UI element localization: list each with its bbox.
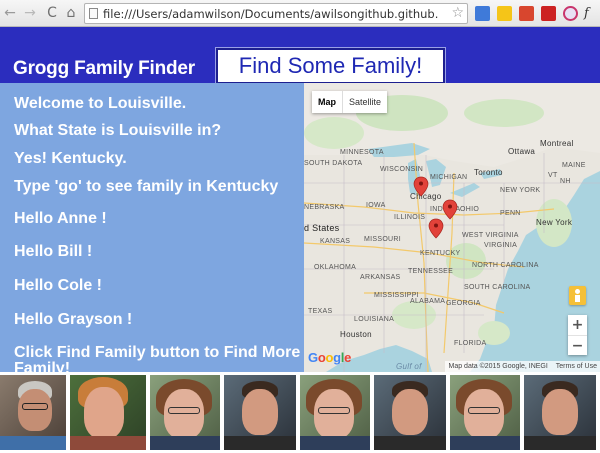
map-label: NEBRASKA (304, 204, 345, 211)
page-icon (89, 8, 98, 19)
instruction-message: Type 'go' to see family in Kentucky (14, 178, 279, 195)
bookmark-star-icon[interactable]: ☆ (451, 5, 464, 21)
messages-panel: Welcome to Louisville. What State is Lou… (0, 83, 304, 377)
url-text[interactable]: file:///Users/adamwilson/Documents/awils… (103, 7, 439, 21)
map-label: SOUTH DAKOTA (304, 160, 362, 167)
map-label: WEST VIRGINIA (462, 232, 519, 239)
family-photo[interactable] (524, 375, 596, 450)
family-photo-strip (0, 372, 600, 453)
map-type-satellite-button[interactable]: Satellite (342, 91, 387, 113)
answer-message: Yes! Kentucky. (14, 150, 127, 167)
map-label: LOUISIANA (354, 316, 394, 323)
map-attribution: Map data ©2015 Google, INEGI Terms of Us… (445, 361, 600, 372)
map-label: OKLAHOMA (314, 264, 356, 271)
map-data-credit: Map data ©2015 Google, INEGI (448, 363, 548, 370)
map-canvas[interactable]: MINNESOTA Ottawa Montreal MAINE SOUTH DA… (304, 83, 600, 372)
forward-arrow-icon[interactable]: → (22, 5, 38, 21)
map-label: Houston (340, 330, 372, 339)
map-label: FLORIDA (454, 340, 486, 347)
map-label: PENN (500, 210, 521, 217)
map-label: ALABAMA (410, 298, 445, 305)
map-label: Ottawa (508, 147, 535, 156)
hello-message: Hello Bill ! (14, 243, 93, 260)
address-bar[interactable]: file:///Users/adamwilson/Documents/awils… (84, 3, 468, 24)
extension-f-icon[interactable]: f (584, 6, 599, 21)
map-label: TENNESSEE (408, 268, 453, 275)
zoom-in-button[interactable]: + (568, 315, 587, 335)
map-label: MICHIGAN (430, 174, 467, 181)
map-label: Montreal (540, 139, 574, 148)
map-label: MINNESOTA (340, 149, 384, 156)
family-photo[interactable] (374, 375, 446, 450)
hello-message: Hello Grayson ! (14, 311, 133, 328)
terms-of-use-link[interactable]: Terms of Use (556, 363, 597, 370)
map-label: SOUTH CAROLINA (464, 284, 530, 291)
pegman-head (575, 289, 580, 294)
map-label: IOWA (366, 202, 386, 209)
find-family-button[interactable]: Find Some Family! (215, 47, 446, 85)
family-photo[interactable] (70, 375, 146, 450)
map-label: MISSOURI (364, 236, 401, 243)
map-label: VIRGINIA (484, 242, 517, 249)
welcome-message: Welcome to Louisville. (14, 95, 187, 112)
google-map[interactable]: MINNESOTA Ottawa Montreal MAINE SOUTH DA… (304, 83, 600, 372)
back-arrow-icon[interactable]: ← (2, 5, 18, 21)
extension-red-puzzle-icon[interactable] (541, 6, 556, 21)
pegman-body (575, 295, 580, 302)
map-label: VT (548, 172, 558, 179)
map-label: ILLINOIS (394, 214, 425, 221)
map-label: MAINE (562, 162, 586, 169)
map-label: KENTUCKY (420, 250, 461, 257)
map-label: OHIO (460, 206, 479, 213)
street-view-pegman-icon[interactable] (569, 286, 586, 305)
page-title: Grogg Family Finder (13, 58, 195, 79)
family-photo[interactable] (300, 375, 370, 450)
map-label: d States (304, 223, 340, 233)
extension-red-stack-icon[interactable] (519, 6, 534, 21)
zoom-control: + − (568, 315, 587, 355)
home-icon[interactable]: ⌂ (63, 5, 79, 21)
zoom-out-button[interactable]: − (568, 335, 587, 355)
map-label: ARKANSAS (360, 274, 401, 281)
reload-icon[interactable]: C (44, 5, 60, 21)
hello-message: Hello Anne ! (14, 210, 107, 227)
map-label: Toronto (474, 168, 503, 177)
map-label: KANSAS (320, 238, 350, 245)
map-label: WISCONSIN (380, 166, 423, 173)
map-label: NH (560, 178, 571, 185)
question-message: What State is Louisville in? (14, 122, 222, 139)
family-photo[interactable] (150, 375, 220, 450)
google-logo[interactable]: Google (308, 350, 351, 365)
hello-message: Hello Cole ! (14, 277, 103, 294)
map-label: New York (536, 218, 573, 227)
map-label: NEW YORK (500, 187, 540, 194)
page-body: Grogg Family Finder Find Some Family! We… (0, 27, 600, 453)
map-label: Chicago (410, 192, 442, 201)
family-photo[interactable] (450, 375, 520, 450)
extension-blue-icon[interactable] (475, 6, 490, 21)
map-label: NORTH CAROLINA (472, 262, 539, 269)
map-label: Gulf of (396, 362, 422, 371)
map-label: GEORGIA (446, 300, 481, 307)
family-photo[interactable] (0, 375, 66, 450)
browser-toolbar: ← → C ⌂ file:///Users/adamwilson/Documen… (0, 0, 600, 27)
family-photo[interactable] (224, 375, 296, 450)
map-label: TEXAS (308, 308, 332, 315)
extension-yellow-icon[interactable] (497, 6, 512, 21)
map-type-map-button[interactable]: Map (312, 91, 342, 113)
map-type-control: Map Satellite (312, 91, 388, 113)
extension-round-icon[interactable] (563, 6, 578, 21)
